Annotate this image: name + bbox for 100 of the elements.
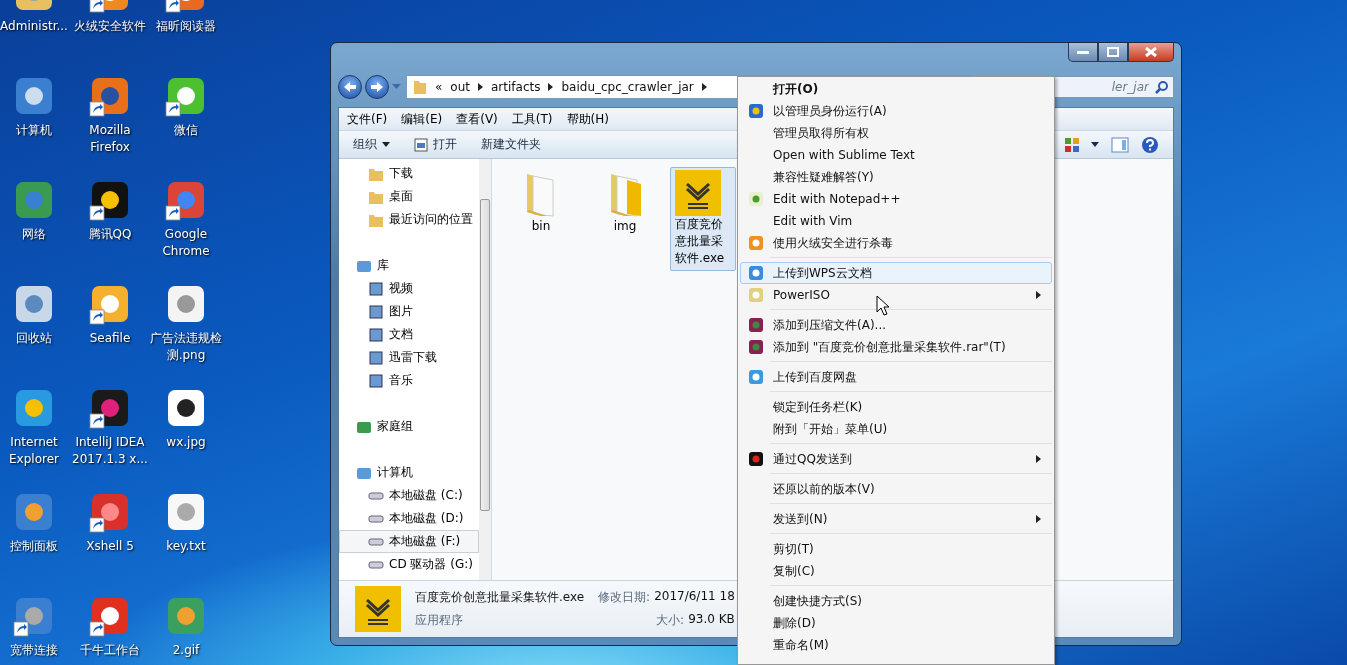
breadcrumb[interactable]: artifacts bbox=[491, 80, 541, 94]
desktop-icon-label[interactable]: Xshell 5 bbox=[86, 538, 134, 555]
modified-date: 2017/6/11 18 bbox=[654, 589, 735, 605]
menu-item[interactable]: 上传到WPS云文档 bbox=[740, 262, 1052, 284]
desktop-icon-label[interactable]: 微信 bbox=[174, 122, 198, 139]
desktop-icon-label[interactable]: Mozilla Firefox bbox=[72, 122, 148, 156]
desktop-icon-label[interactable]: 回收站 bbox=[16, 330, 52, 347]
menu-item[interactable]: 锁定到任务栏(K) bbox=[740, 396, 1052, 418]
nav-item[interactable]: 下载 bbox=[339, 162, 479, 185]
desktop-icon-label[interactable]: 宽带连接 bbox=[10, 642, 58, 659]
nav-item[interactable]: 文档 bbox=[339, 323, 479, 346]
scrollbar[interactable] bbox=[479, 159, 491, 580]
app-icon bbox=[355, 586, 401, 632]
menu-item[interactable]: 附到「开始」菜单(U) bbox=[740, 418, 1052, 440]
app-icon bbox=[675, 170, 721, 216]
menu-item[interactable]: 添加到压缩文件(A)... bbox=[740, 314, 1052, 336]
menu-item[interactable]: 创建快捷方式(S) bbox=[740, 590, 1052, 612]
menu-item[interactable]: 使用火绒安全进行杀毒 bbox=[740, 232, 1052, 254]
menu-bar-item[interactable]: 查看(V) bbox=[456, 110, 498, 128]
menu-item[interactable]: 删除(D) bbox=[740, 612, 1052, 634]
forward-arrow-icon bbox=[370, 81, 384, 93]
nav-item[interactable]: CD 驱动器 (G:) bbox=[339, 553, 479, 576]
close-button[interactable] bbox=[1128, 43, 1174, 62]
desktop-icon-label[interactable]: 火绒安全软件 bbox=[74, 18, 146, 35]
desktop-icon-label[interactable]: IntelliJ IDEA 2017.1.3 x... bbox=[72, 434, 148, 468]
nav-item[interactable]: 迅雷下载 bbox=[339, 346, 479, 369]
desktop-icon-label[interactable]: wx.jpg bbox=[166, 434, 206, 451]
menu-item[interactable]: 兼容性疑难解答(Y) bbox=[740, 166, 1052, 188]
desktop-icon-label[interactable]: 千牛工作台 bbox=[80, 642, 140, 659]
forward-button[interactable] bbox=[365, 75, 389, 99]
toolbar-button[interactable]: 打开 bbox=[408, 134, 463, 155]
minimize-icon bbox=[1077, 49, 1089, 55]
file-item[interactable]: img bbox=[586, 167, 664, 239]
desktop-icon-label[interactable]: Seafile bbox=[89, 330, 131, 347]
toolbar-button[interactable]: 新建文件夹 bbox=[475, 134, 547, 155]
menu-bar-item[interactable]: 帮助(H) bbox=[566, 110, 609, 128]
menu-item[interactable]: 添加到 "百度竞价创意批量采集软件.rar"(T) bbox=[740, 336, 1052, 358]
back-button[interactable] bbox=[338, 75, 362, 99]
mouse-cursor-icon bbox=[876, 295, 890, 317]
nav-item[interactable]: 音乐 bbox=[339, 369, 479, 392]
menu-item[interactable]: 还原以前的版本(V) bbox=[740, 478, 1052, 500]
desktop-icon-label[interactable]: 计算机 bbox=[16, 122, 52, 139]
maximize-button[interactable] bbox=[1098, 43, 1128, 62]
file-type: 应用程序 bbox=[415, 612, 464, 629]
menu-item[interactable]: Edit with Vim bbox=[740, 210, 1052, 232]
menu-item[interactable]: 复制(C) bbox=[740, 560, 1052, 582]
breadcrumb[interactable]: baidu_cpc_crawler_jar bbox=[561, 80, 694, 94]
menu-item[interactable]: Edit with Notepad++ bbox=[740, 188, 1052, 210]
overflow-chevron[interactable]: « bbox=[435, 80, 443, 94]
menu-bar-item[interactable]: 工具(T) bbox=[511, 110, 553, 128]
desktop-icon-label[interactable]: Google Chrome bbox=[148, 226, 224, 260]
nav-item[interactable]: 本地磁盘 (F:) bbox=[339, 530, 479, 553]
desktop-icon-label[interactable]: 腾讯QQ bbox=[88, 226, 132, 243]
desktop-icon-label[interactable]: 网络 bbox=[22, 226, 46, 243]
breadcrumb-arrow-icon[interactable] bbox=[701, 83, 707, 91]
back-arrow-icon bbox=[343, 81, 357, 93]
window-icon bbox=[414, 137, 428, 152]
help-icon[interactable] bbox=[1141, 135, 1159, 154]
folder-icon bbox=[413, 79, 427, 95]
nav-item[interactable]: 最近访问的位置 bbox=[339, 208, 479, 231]
file-item[interactable]: 百度竞价 意批量采 软件.exe bbox=[670, 167, 736, 271]
menu-item[interactable]: 发送到(N) bbox=[740, 508, 1052, 530]
nav-item[interactable]: 视频 bbox=[339, 277, 479, 300]
breadcrumb-arrow-icon[interactable] bbox=[548, 83, 554, 91]
breadcrumb[interactable]: out bbox=[450, 80, 470, 94]
menu-item[interactable]: 以管理员身份运行(A) bbox=[740, 100, 1052, 122]
toolbar-button[interactable]: 组织 bbox=[347, 134, 396, 155]
menu-bar-item[interactable]: 编辑(E) bbox=[401, 110, 443, 128]
desktop-icon-label[interactable]: 广告法违规检测.png bbox=[148, 330, 224, 364]
drive-icon bbox=[368, 491, 384, 500]
nav-item[interactable]: 桌面 bbox=[339, 185, 479, 208]
file-item[interactable]: bin bbox=[502, 167, 580, 239]
menu-bar-item[interactable]: 文件(F) bbox=[347, 110, 388, 128]
nav-item[interactable]: 本地磁盘 (D:) bbox=[339, 507, 479, 530]
menu-item[interactable]: 管理员取得所有权 bbox=[740, 122, 1052, 144]
menu-item[interactable]: 重命名(M) bbox=[740, 634, 1052, 656]
nav-item[interactable]: 家庭组 bbox=[339, 415, 479, 438]
nav-item[interactable]: 库 bbox=[339, 254, 479, 277]
menu-item[interactable]: 通过QQ发送到 bbox=[740, 448, 1052, 470]
desktop-icon-label[interactable]: 2.gif bbox=[172, 642, 200, 659]
drive-icon bbox=[368, 560, 384, 569]
nav-item[interactable]: 本地磁盘 (C:) bbox=[339, 484, 479, 507]
menu-item[interactable]: 剪切(T) bbox=[740, 538, 1052, 560]
desktop-icon-label[interactable]: Administr... bbox=[0, 18, 68, 35]
desktop-icon-label[interactable]: key.txt bbox=[166, 538, 206, 555]
file-name: 百度竞价创意批量采集软件.exe bbox=[415, 589, 585, 606]
desktop-icon-label[interactable]: 控制面板 bbox=[10, 538, 58, 555]
desktop-icon-label[interactable]: Internet Explorer bbox=[0, 434, 68, 468]
nav-item[interactable]: 图片 bbox=[339, 300, 479, 323]
desktop-icon-label[interactable]: 福昕阅读器 bbox=[156, 18, 216, 35]
scrollbar-thumb[interactable] bbox=[480, 199, 490, 511]
menu-item[interactable]: 上传到百度网盘 bbox=[740, 366, 1052, 388]
menu-item[interactable]: Open with Sublime Text bbox=[740, 144, 1052, 166]
minimize-button[interactable] bbox=[1068, 43, 1098, 62]
view-grid-icon[interactable] bbox=[1065, 137, 1079, 152]
field-label: 修改日期: bbox=[598, 589, 651, 606]
caret-icon[interactable] bbox=[1091, 142, 1099, 147]
nav-item[interactable]: 计算机 bbox=[339, 461, 479, 484]
drive-icon bbox=[368, 537, 384, 546]
breadcrumb-arrow-icon[interactable] bbox=[478, 83, 483, 91]
